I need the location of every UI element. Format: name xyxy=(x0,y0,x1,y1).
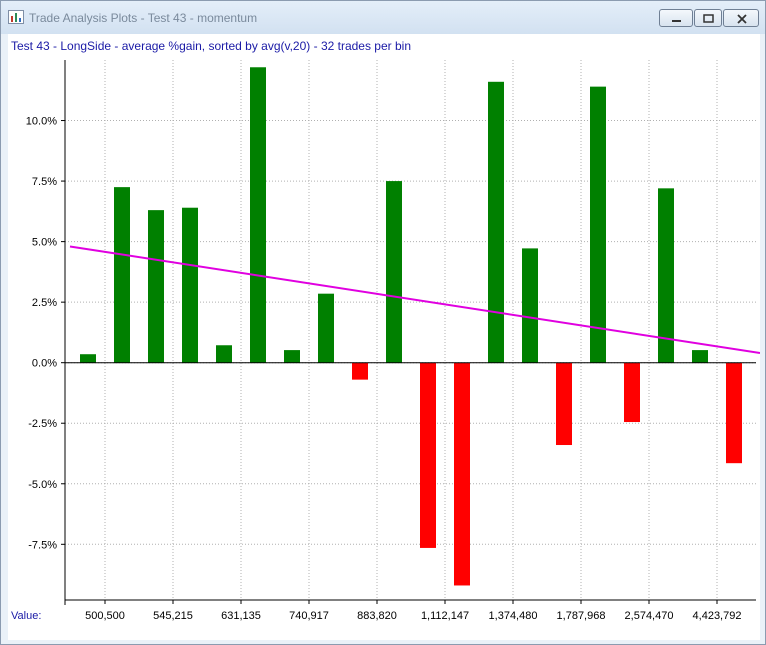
x-tick-label: 1,374,480 xyxy=(489,610,538,622)
x-tick-label: 631,135 xyxy=(221,610,261,622)
y-tick-label: 7.5% xyxy=(32,176,57,188)
bar xyxy=(80,354,96,363)
bar xyxy=(556,362,572,446)
bar xyxy=(692,350,708,363)
x-tick-label: 1,112,147 xyxy=(421,610,469,622)
bar xyxy=(148,210,164,363)
minimize-button[interactable] xyxy=(659,9,693,27)
close-icon xyxy=(737,14,747,24)
bar xyxy=(726,362,742,464)
bar xyxy=(216,345,232,363)
y-tick-label: -5.0% xyxy=(28,479,57,491)
chart-app-icon xyxy=(8,10,24,24)
bar xyxy=(658,188,674,363)
bar xyxy=(522,248,538,363)
x-tick-label: 4,423,792 xyxy=(693,610,742,622)
bar xyxy=(284,350,300,363)
title-bar[interactable]: Trade Analysis Plots - Test 43 - momentu… xyxy=(1,1,765,34)
window-title: Trade Analysis Plots - Test 43 - momentu… xyxy=(29,11,258,25)
x-tick-label: 1,787,968 xyxy=(557,610,606,622)
bar xyxy=(182,207,198,363)
y-tick-label: -2.5% xyxy=(28,418,57,430)
y-tick-label: 0.0% xyxy=(32,358,57,370)
maximize-icon xyxy=(703,14,714,23)
bar xyxy=(454,362,470,586)
bar xyxy=(250,67,266,363)
bar xyxy=(488,81,504,363)
x-tick-label: 740,917 xyxy=(289,610,329,622)
trend-line xyxy=(69,245,760,354)
app-window: Trade Analysis Plots - Test 43 - momentu… xyxy=(0,0,766,645)
bar xyxy=(420,362,436,548)
bar-chart: -7.5% -5.0% -2.5% 0.0% 2.5% 5.0% 7.5% 10.0% 500,… xyxy=(11,60,760,622)
maximize-button[interactable] xyxy=(694,9,722,27)
x-axis-prefix-label: Value: xyxy=(11,610,41,622)
y-tick-label: -7.5% xyxy=(28,539,57,551)
x-tick-label: 883,820 xyxy=(357,610,397,622)
bar xyxy=(114,187,130,363)
x-tick-label: 500,500 xyxy=(85,610,125,622)
plot-area: Test 43 - LongSide - average %gain, sort… xyxy=(8,34,760,640)
y-tick-label: 10.0% xyxy=(26,116,57,128)
minimize-icon xyxy=(672,20,681,22)
bar xyxy=(624,362,640,423)
bar xyxy=(386,181,402,363)
bar xyxy=(590,86,606,363)
close-button[interactable] xyxy=(723,9,759,27)
bar xyxy=(352,362,368,380)
y-tick-label: 5.0% xyxy=(32,237,57,249)
x-tick-label: 545,215 xyxy=(153,610,193,622)
bar xyxy=(318,293,334,363)
y-tick-label: 2.5% xyxy=(32,297,57,309)
x-tick-label: 2,574,470 xyxy=(625,610,674,622)
